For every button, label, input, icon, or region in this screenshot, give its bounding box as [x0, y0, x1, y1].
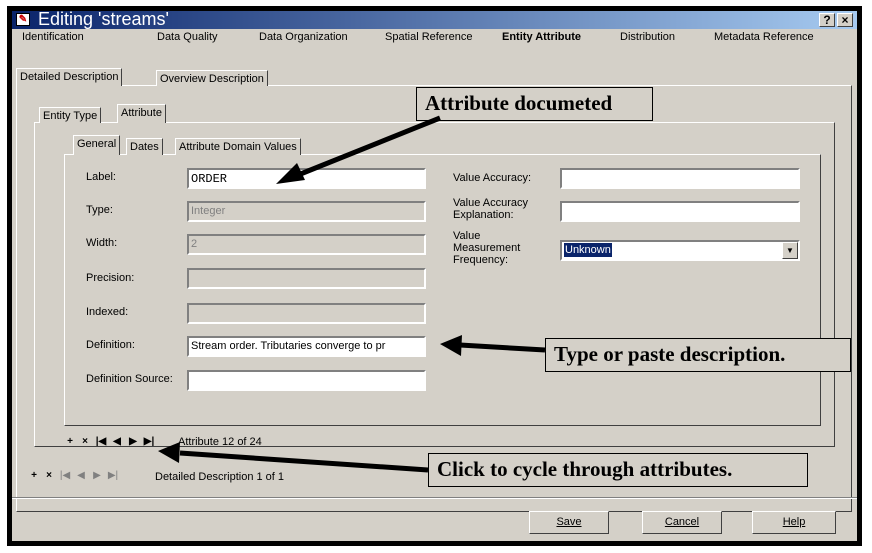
arrow-to-label-field [276, 115, 441, 184]
annotation-arrows [158, 115, 546, 473]
arrow-to-nav-buttons [158, 442, 429, 473]
arrow-to-definition-field [440, 335, 546, 356]
